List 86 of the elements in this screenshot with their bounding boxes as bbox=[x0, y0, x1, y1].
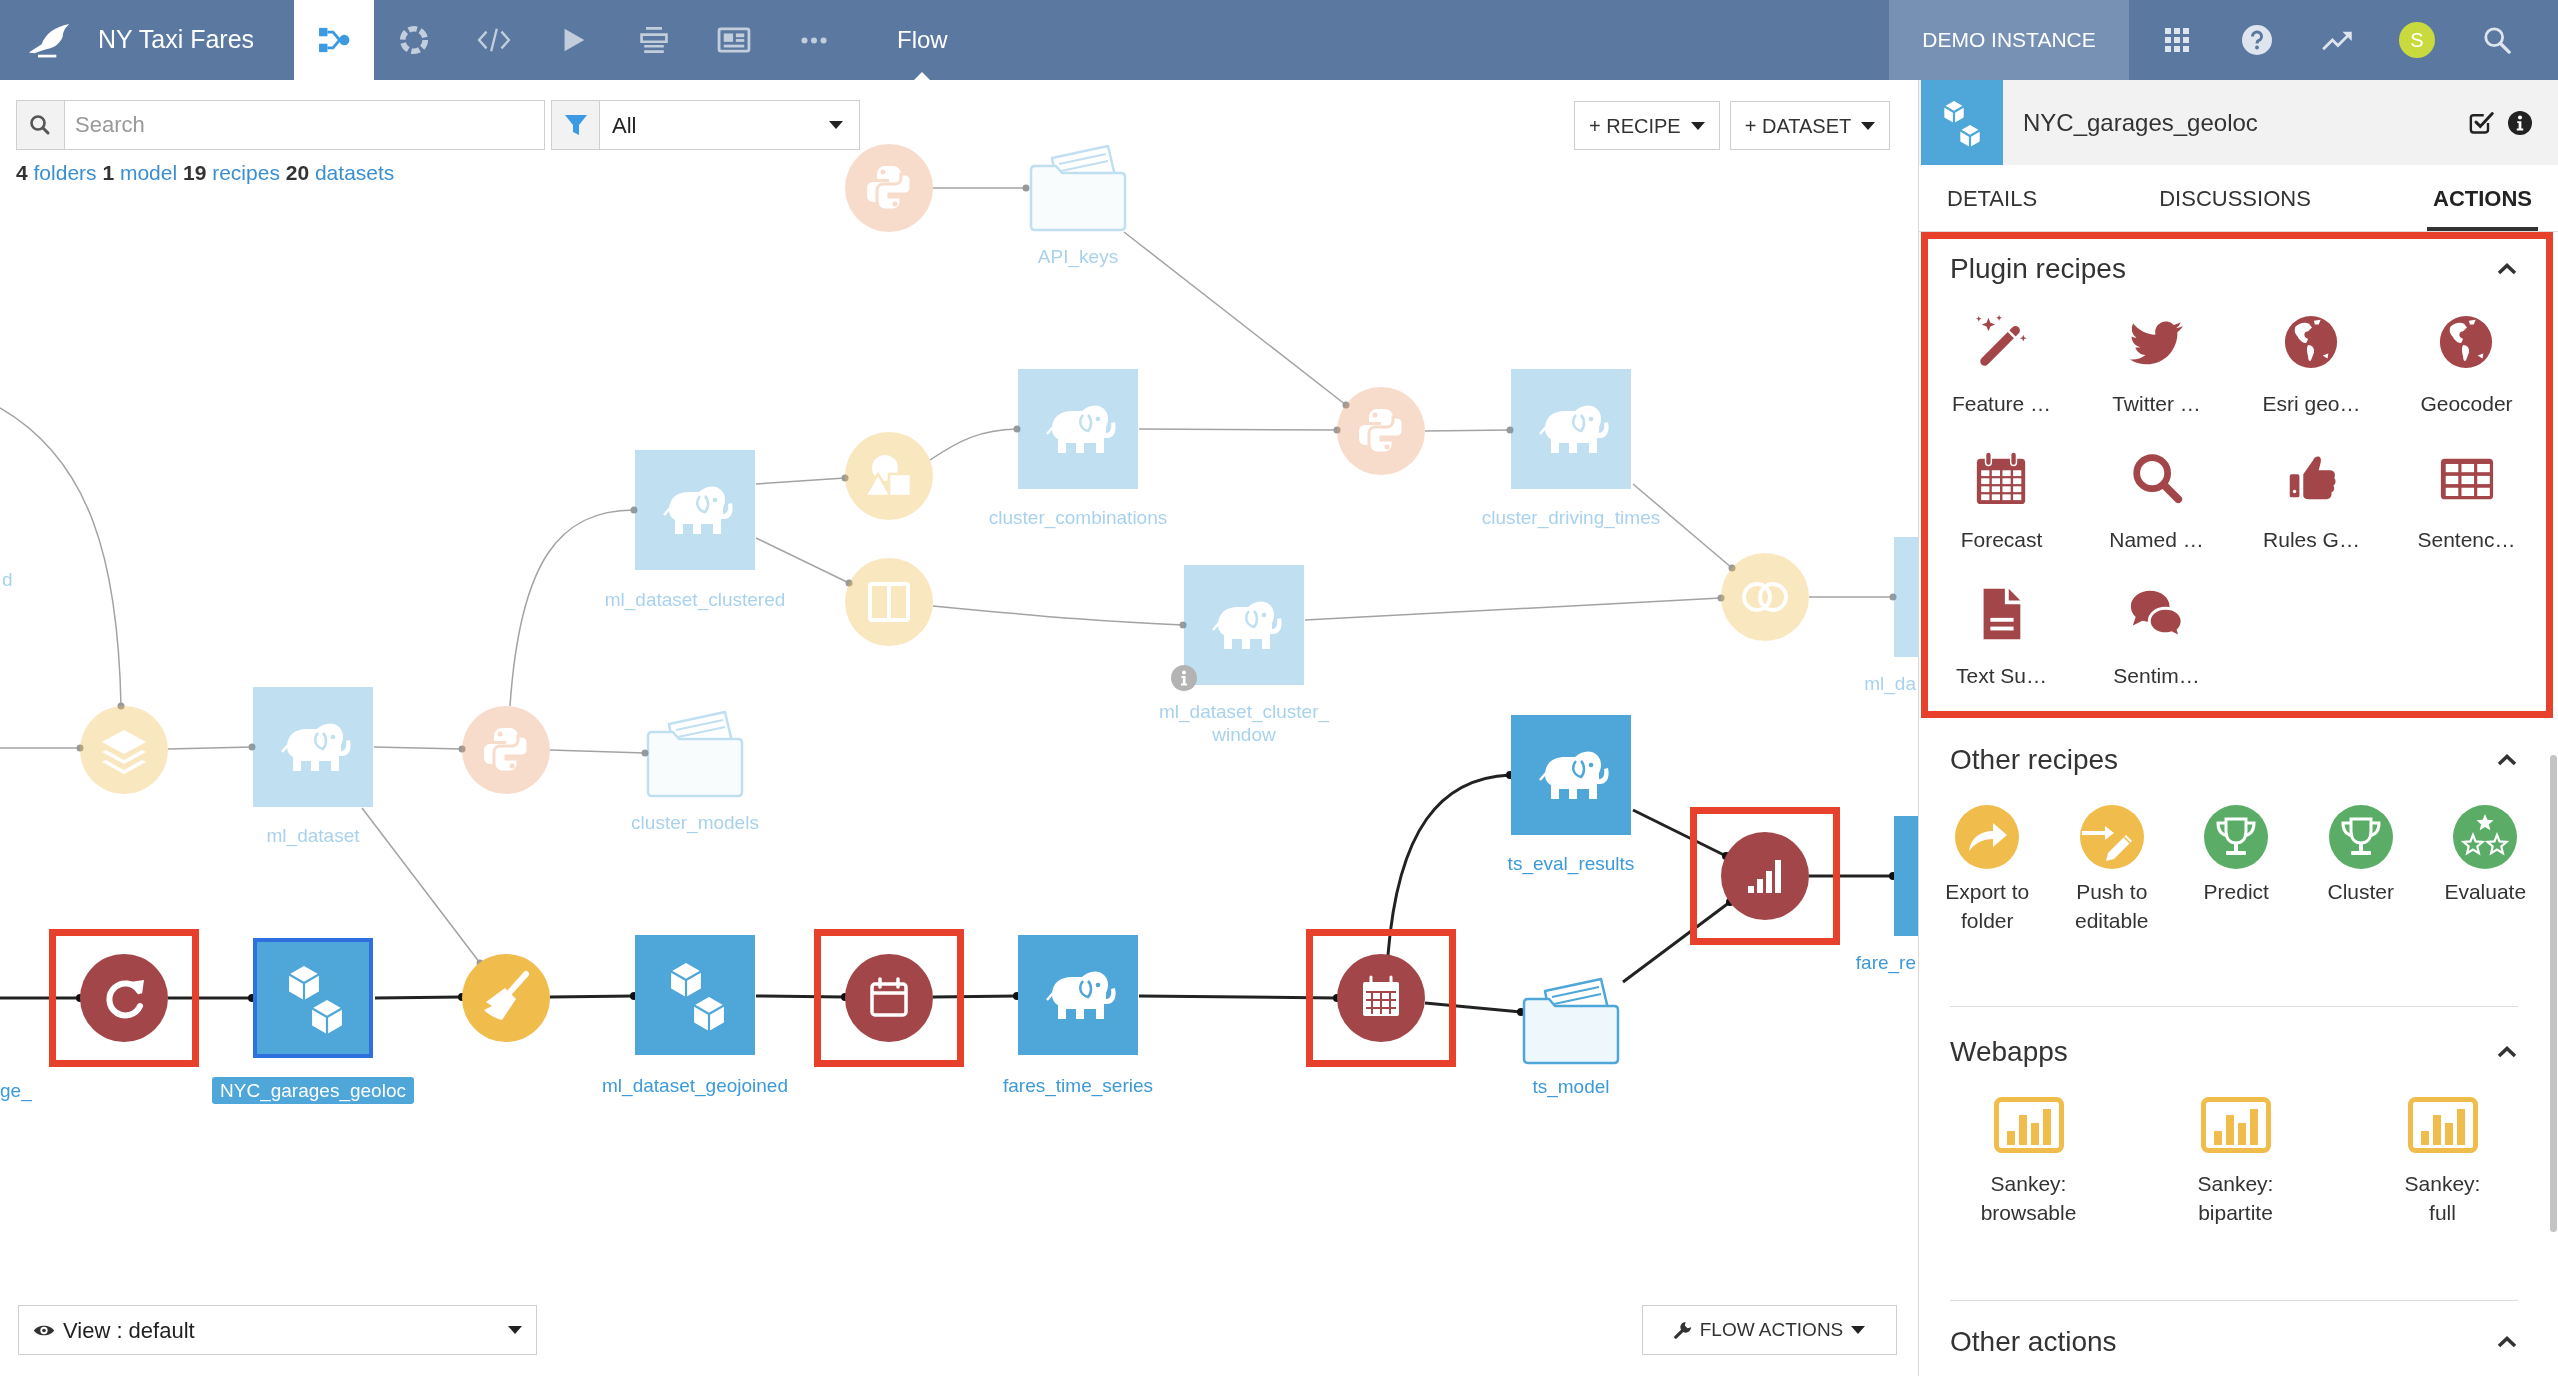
chevron-up-icon[interactable] bbox=[2497, 1046, 2517, 1058]
dataset-title: NYC_garages_geoloc bbox=[2023, 107, 2259, 138]
panel-tab[interactable]: DISCUSSIONS bbox=[2153, 165, 2317, 231]
panel-tab[interactable]: ACTIONS bbox=[2427, 165, 2538, 231]
elephant-icon[interactable] bbox=[253, 687, 373, 807]
elephant-icon[interactable] bbox=[1184, 565, 1304, 685]
caret-icon bbox=[1861, 121, 1876, 130]
trophy-icon bbox=[2328, 805, 2393, 869]
caret-icon bbox=[829, 121, 843, 129]
apps-grid-icon[interactable] bbox=[2165, 28, 2189, 52]
funnel-icon bbox=[551, 100, 600, 150]
plugin-recipe-item[interactable]: Rules G… bbox=[2263, 449, 2360, 554]
calendar-icon[interactable] bbox=[845, 954, 933, 1042]
plugin-recipe-item[interactable]: Named … bbox=[2109, 449, 2204, 554]
project-title[interactable]: NY Taxi Fares bbox=[98, 21, 255, 59]
dashed-ring-icon bbox=[399, 25, 429, 55]
filter-dropdown[interactable]: All bbox=[600, 100, 860, 150]
object-counts: 4 folders 1 model 19 recipes 20 datasets bbox=[16, 160, 395, 186]
cubes-icon[interactable] bbox=[253, 938, 373, 1058]
elephant-icon[interactable] bbox=[1511, 369, 1631, 489]
recipe-type-item[interactable]: Cluster bbox=[2327, 805, 2394, 935]
chevron-up-icon[interactable] bbox=[2497, 263, 2517, 275]
recipe-type-item[interactable]: Predict bbox=[2203, 805, 2269, 935]
code-icon bbox=[477, 26, 511, 54]
stars-icon bbox=[2453, 805, 2518, 869]
scrollbar-thumb[interactable] bbox=[2550, 755, 2557, 1232]
play-icon bbox=[562, 27, 586, 53]
panel-tab[interactable]: DETAILS bbox=[1941, 165, 2044, 231]
page-title: Flow bbox=[897, 25, 948, 55]
dataset-tile[interactable] bbox=[1894, 537, 1918, 657]
plugin-recipe-item[interactable]: Esri geo… bbox=[2262, 313, 2361, 418]
instance-label: DEMO INSTANCE bbox=[1889, 0, 2129, 80]
brush-icon[interactable] bbox=[462, 954, 550, 1042]
elephant-icon[interactable] bbox=[1511, 715, 1631, 835]
refresh-icon[interactable] bbox=[80, 954, 168, 1042]
view-dropdown[interactable]: View : default bbox=[18, 1305, 537, 1355]
plugin-recipe-item[interactable]: Twitter … bbox=[2112, 313, 2201, 418]
webapp-item[interactable]: Sankey: bipartite bbox=[2183, 1097, 2288, 1227]
calendar-grid-icon[interactable] bbox=[1337, 954, 1425, 1042]
elephant-icon[interactable] bbox=[1018, 369, 1138, 489]
chevron-up-icon[interactable] bbox=[2497, 1336, 2517, 1348]
elephant-icon[interactable] bbox=[635, 450, 755, 570]
node-graph-icon bbox=[317, 26, 351, 54]
bar-chart-icon[interactable] bbox=[1721, 832, 1809, 920]
bar-chart-icon bbox=[2200, 1097, 2271, 1153]
plugin-recipe-item[interactable]: Sentim… bbox=[2113, 585, 2200, 690]
recipe-type-item[interactable]: Push to editable bbox=[2049, 805, 2174, 935]
plugin-recipe-item[interactable]: Feature … bbox=[1951, 313, 2052, 418]
trophy-icon bbox=[2204, 805, 2269, 869]
window-panels-icon bbox=[717, 26, 751, 54]
plugin-recipe-item[interactable]: Sentenc… bbox=[2417, 449, 2516, 554]
webapp-item[interactable]: Sankey: full bbox=[2390, 1097, 2495, 1227]
section-title: Other recipes bbox=[1950, 743, 2119, 777]
info-icon[interactable] bbox=[2508, 110, 2532, 135]
dataset-tile[interactable] bbox=[1894, 816, 1918, 936]
nav-tab[interactable] bbox=[294, 0, 374, 80]
search-field[interactable]: Search bbox=[65, 100, 545, 150]
chevron-up-icon[interactable] bbox=[2497, 754, 2517, 766]
arrow-pencil-icon bbox=[2079, 805, 2144, 869]
bar-chart-icon bbox=[1993, 1097, 2064, 1153]
caret-icon bbox=[1851, 1326, 1866, 1334]
checked-box-icon[interactable] bbox=[2469, 110, 2495, 135]
section-title: Webapps bbox=[1950, 1035, 2068, 1069]
recipe-type-item[interactable]: Evaluate bbox=[2444, 805, 2527, 935]
wrench-icon bbox=[1673, 1321, 1692, 1339]
recipe-type-item[interactable]: Export to folder bbox=[1925, 805, 2050, 935]
printer-icon bbox=[638, 25, 670, 55]
section-title: Other actions bbox=[1950, 1325, 2117, 1359]
caret-icon bbox=[508, 1326, 522, 1334]
plugin-recipe-item[interactable]: Geocoder bbox=[2420, 313, 2513, 418]
cubes-icon[interactable] bbox=[635, 935, 755, 1055]
help-icon[interactable] bbox=[2242, 25, 2272, 55]
bird-logo-icon[interactable] bbox=[27, 21, 71, 59]
plugin-recipe-item[interactable]: Forecast bbox=[1960, 449, 2043, 554]
flow-actions-button[interactable]: FLOW ACTIONS bbox=[1642, 1305, 1897, 1355]
elephant-icon[interactable] bbox=[1018, 935, 1138, 1055]
section-title: Plugin recipes bbox=[1950, 252, 2126, 286]
search-icon[interactable] bbox=[2483, 26, 2511, 54]
bar-chart-icon bbox=[2407, 1097, 2478, 1153]
caret-icon bbox=[1690, 121, 1705, 130]
search-icon bbox=[16, 100, 65, 150]
add-dataset-button[interactable]: + DATASET bbox=[1729, 101, 1891, 150]
more-icon bbox=[801, 36, 827, 44]
webapp-item[interactable]: Sankey: browsable bbox=[1976, 1097, 2081, 1227]
plugin-recipe-item[interactable]: Text Su… bbox=[1955, 585, 2047, 690]
add-recipe-button[interactable]: + RECIPE bbox=[1574, 101, 1720, 150]
